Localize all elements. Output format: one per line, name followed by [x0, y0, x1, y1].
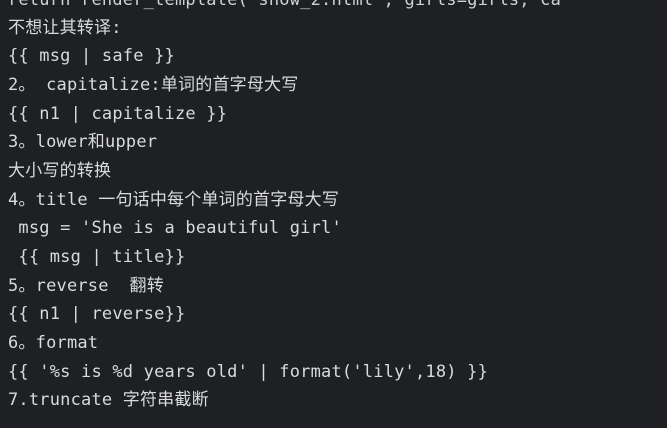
code-line: 3。lower和upper	[8, 132, 158, 152]
code-line: {{ n1 | reverse}}	[8, 304, 186, 324]
code-line: 4。title 一句话中每个单词的首字母大写	[8, 190, 340, 210]
code-line: {{ msg | safe }}	[8, 46, 175, 66]
code-line: 不想让其转译:	[8, 18, 122, 38]
code-editor[interactable]: return render_template('show_2.html', gi…	[0, 0, 667, 428]
code-line-partial: return render_template('show_2.html', gi…	[8, 0, 562, 10]
code-line: msg = 'She is a beautiful girl'	[8, 218, 342, 238]
code-line: 7.truncate 字符串截断	[8, 390, 209, 410]
code-line: 大小写的转换	[8, 161, 112, 181]
code-line: 6。format	[8, 333, 99, 353]
code-line: 5。reverse 翻转	[8, 276, 164, 296]
code-line: {{ msg | title}}	[8, 247, 186, 267]
code-line: {{ n1 | capitalize }}	[8, 104, 228, 124]
code-line: {{ '%s is %d years old' | format('lily',…	[8, 362, 489, 382]
code-line: 2。 capitalize:单词的首字母大写	[8, 75, 299, 95]
